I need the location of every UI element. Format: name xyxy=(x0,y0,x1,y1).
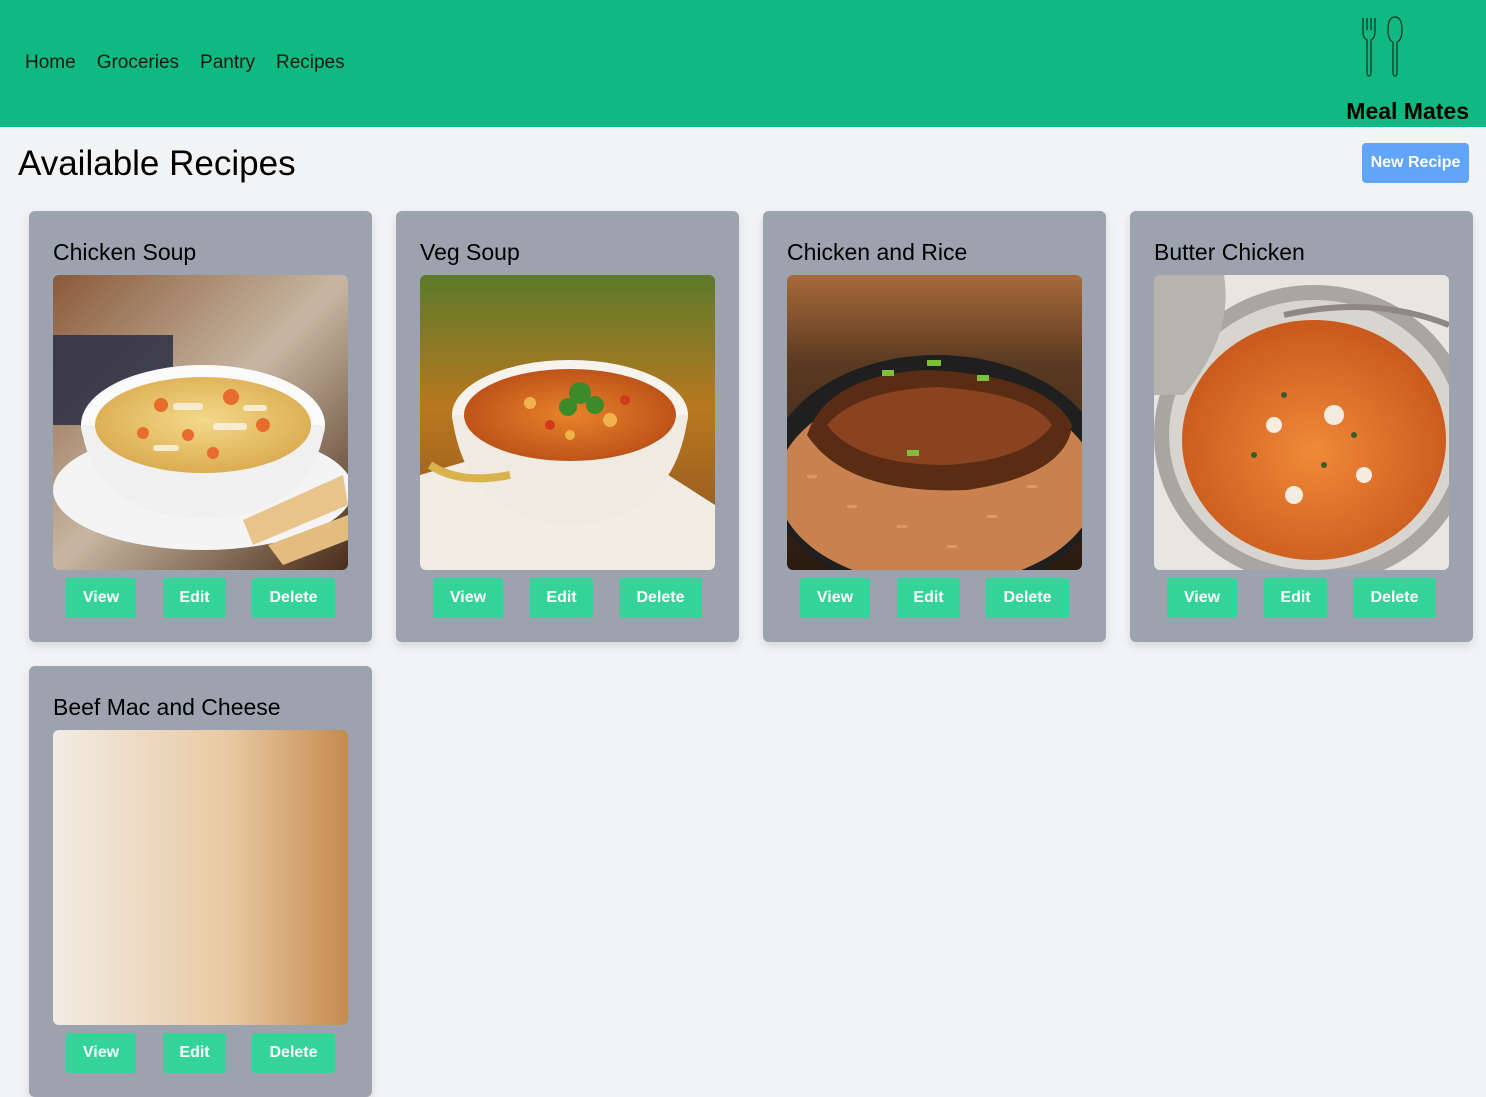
view-button[interactable]: View xyxy=(1167,578,1237,618)
recipe-card: Butter Chicken View Edit Delete xyxy=(1130,211,1473,642)
brand-name: Meal Mates xyxy=(1346,98,1469,124)
edit-button[interactable]: Edit xyxy=(163,578,226,618)
view-button[interactable]: View xyxy=(433,578,503,618)
nav-link-home[interactable]: Home xyxy=(25,52,76,74)
recipe-card: Veg Soup View Edit Delete xyxy=(396,211,739,642)
butter-chicken-photo xyxy=(1154,275,1449,570)
recipe-image[interactable] xyxy=(420,275,715,570)
recipe-title: Veg Soup xyxy=(420,239,520,265)
edit-button[interactable]: Edit xyxy=(163,1033,226,1073)
fork-and-spoon-icon xyxy=(1362,16,1403,77)
nav-link-groceries[interactable]: Groceries xyxy=(97,52,179,74)
chicken-and-rice-photo xyxy=(787,275,1082,570)
top-navbar: Home Groceries Pantry Recipes Meal Mates xyxy=(0,0,1486,127)
recipe-image[interactable] xyxy=(53,275,348,570)
delete-button[interactable]: Delete xyxy=(252,1033,335,1073)
edit-button[interactable]: Edit xyxy=(1264,578,1327,618)
delete-button[interactable]: Delete xyxy=(252,578,335,618)
view-button[interactable]: View xyxy=(800,578,870,618)
delete-button[interactable]: Delete xyxy=(986,578,1069,618)
nav-link-recipes[interactable]: Recipes xyxy=(276,52,345,74)
edit-button[interactable]: Edit xyxy=(530,578,593,618)
beef-mac-and-cheese-photo xyxy=(53,730,348,1025)
recipe-actions: View Edit Delete xyxy=(396,578,739,618)
delete-button[interactable]: Delete xyxy=(619,578,702,618)
recipe-title: Chicken and Rice xyxy=(787,239,968,265)
recipe-title: Butter Chicken xyxy=(1154,239,1305,265)
veg-soup-photo xyxy=(420,275,715,570)
recipe-card: Chicken and Rice View Edit Delete xyxy=(763,211,1106,642)
recipe-actions: View Edit Delete xyxy=(1130,578,1473,618)
recipe-image[interactable] xyxy=(53,730,348,1025)
recipe-actions: View Edit Delete xyxy=(763,578,1106,618)
recipe-card: Chicken Soup View Edit Delete xyxy=(29,211,372,642)
brand[interactable]: Meal Mates xyxy=(1329,14,1469,126)
nav-link-pantry[interactable]: Pantry xyxy=(200,52,255,74)
new-recipe-button[interactable]: New Recipe xyxy=(1362,143,1469,183)
main-nav: Home Groceries Pantry Recipes xyxy=(25,52,345,74)
view-button[interactable]: View xyxy=(66,578,136,618)
delete-button[interactable]: Delete xyxy=(1353,578,1436,618)
recipe-actions: View Edit Delete xyxy=(29,578,372,618)
edit-button[interactable]: Edit xyxy=(897,578,960,618)
chicken-soup-photo xyxy=(53,275,348,570)
recipe-card: Beef Mac and Cheese View Edit Delete xyxy=(29,666,372,1097)
recipe-actions: View Edit Delete xyxy=(29,1033,372,1073)
view-button[interactable]: View xyxy=(66,1033,136,1073)
recipe-title: Chicken Soup xyxy=(53,239,197,265)
recipe-title: Beef Mac and Cheese xyxy=(53,694,281,720)
page-title: Available Recipes xyxy=(18,144,296,183)
recipe-image[interactable] xyxy=(1154,275,1449,570)
recipe-image[interactable] xyxy=(787,275,1082,570)
